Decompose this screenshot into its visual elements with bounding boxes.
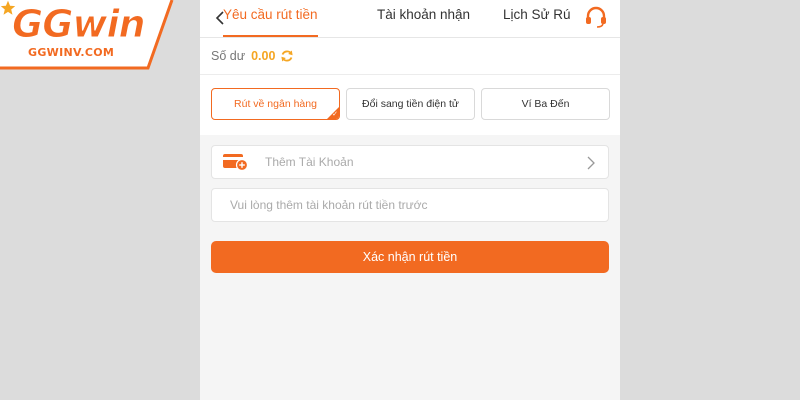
method-crypto[interactable]: Đổi sang tiền điện tử	[346, 88, 475, 120]
method-e-wallet-label: Ví Ba Đến	[521, 98, 570, 110]
withdraw-panel: Yêu cầu rút tiền Tài khoản nhận Lịch Sử …	[200, 0, 620, 400]
withdraw-account-input[interactable]	[212, 189, 608, 221]
check-icon: ✓	[332, 111, 338, 118]
method-bank[interactable]: Rút về ngân hàng ✓	[211, 88, 340, 120]
chevron-right-icon	[587, 156, 595, 170]
headset-icon[interactable]	[583, 4, 609, 30]
tab-receiving-account[interactable]: Tài khoản nhận	[377, 0, 470, 37]
card-add-icon	[223, 154, 249, 171]
ggwin-logo: GGwin GGWINV.COM	[0, 0, 190, 70]
balance-row: Số dư 0.00	[200, 38, 620, 75]
tab-withdraw-history[interactable]: Lịch Sử Rú	[503, 0, 571, 37]
method-e-wallet[interactable]: Ví Ba Đến	[481, 88, 610, 120]
add-account-button[interactable]: Thêm Tài Khoản	[211, 145, 609, 179]
logo-gg: GG	[11, 2, 73, 47]
top-nav-bar: Yêu cầu rút tiền Tài khoản nhận Lịch Sử …	[200, 0, 620, 38]
logo-url: GGWINV.COM	[28, 46, 115, 59]
withdraw-method-selector: Rút về ngân hàng ✓ Đổi sang tiền điện tử…	[200, 75, 620, 135]
method-crypto-label: Đổi sang tiền điện tử	[362, 98, 459, 110]
refresh-icon[interactable]	[280, 49, 294, 63]
balance-value: 0.00	[251, 49, 276, 63]
logo-win: win	[72, 2, 146, 47]
balance-label: Số dư	[211, 49, 246, 63]
confirm-withdraw-button[interactable]: Xác nhận rút tiền	[211, 241, 609, 273]
star-icon	[0, 0, 16, 15]
account-input-wrapper	[211, 188, 609, 222]
method-bank-label: Rút về ngân hàng	[234, 98, 317, 110]
add-account-label: Thêm Tài Khoản	[265, 155, 354, 169]
tab-withdraw-request[interactable]: Yêu cầu rút tiền	[223, 0, 318, 37]
logo-wordmark: GGwin	[11, 2, 146, 47]
